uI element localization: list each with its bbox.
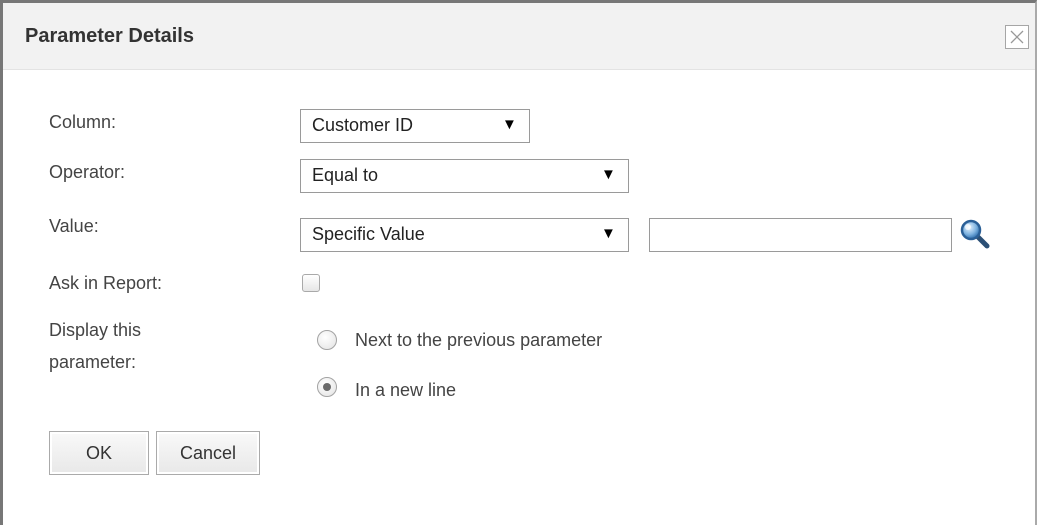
radio-next-to-previous-label[interactable]: Next to the previous parameter [355, 330, 602, 351]
ok-button[interactable]: OK [49, 431, 149, 475]
ask-in-report-label: Ask in Report: [49, 273, 163, 293]
radio-new-line-label[interactable]: In a new line [355, 380, 456, 401]
column-select[interactable]: Customer ID ▼ [300, 109, 530, 143]
parameter-details-dialog: Parameter Details Column: Customer ID ▼ … [0, 0, 1037, 525]
radio-selected-dot [323, 383, 331, 391]
chevron-down-icon: ▼ [601, 166, 616, 183]
radio-new-line[interactable] [317, 377, 337, 397]
dialog-titlebar: Parameter Details [3, 3, 1035, 70]
radio-next-to-previous[interactable] [317, 330, 337, 350]
chevron-down-icon: ▼ [601, 225, 616, 242]
dialog-title: Parameter Details [25, 25, 194, 47]
value-input[interactable] [649, 218, 952, 252]
column-label: Column: [49, 112, 117, 132]
cancel-button[interactable]: Cancel [156, 431, 260, 475]
chevron-down-icon: ▼ [502, 116, 517, 133]
value-label: Value: [49, 216, 99, 236]
operator-label: Operator: [49, 162, 126, 182]
operator-select[interactable]: Equal to ▼ [300, 159, 629, 193]
display-parameter-label-line1: Display this [49, 320, 142, 340]
value-type-select[interactable]: Specific Value ▼ [300, 218, 629, 252]
search-icon[interactable] [960, 219, 994, 249]
column-select-value: Customer ID [312, 115, 414, 135]
close-button[interactable] [1005, 25, 1029, 49]
operator-select-value: Equal to [312, 165, 379, 185]
display-parameter-label-line2: parameter: [49, 352, 137, 372]
value-type-select-value: Specific Value [312, 224, 425, 244]
ask-in-report-checkbox[interactable] [302, 274, 320, 292]
close-icon [1010, 30, 1024, 44]
